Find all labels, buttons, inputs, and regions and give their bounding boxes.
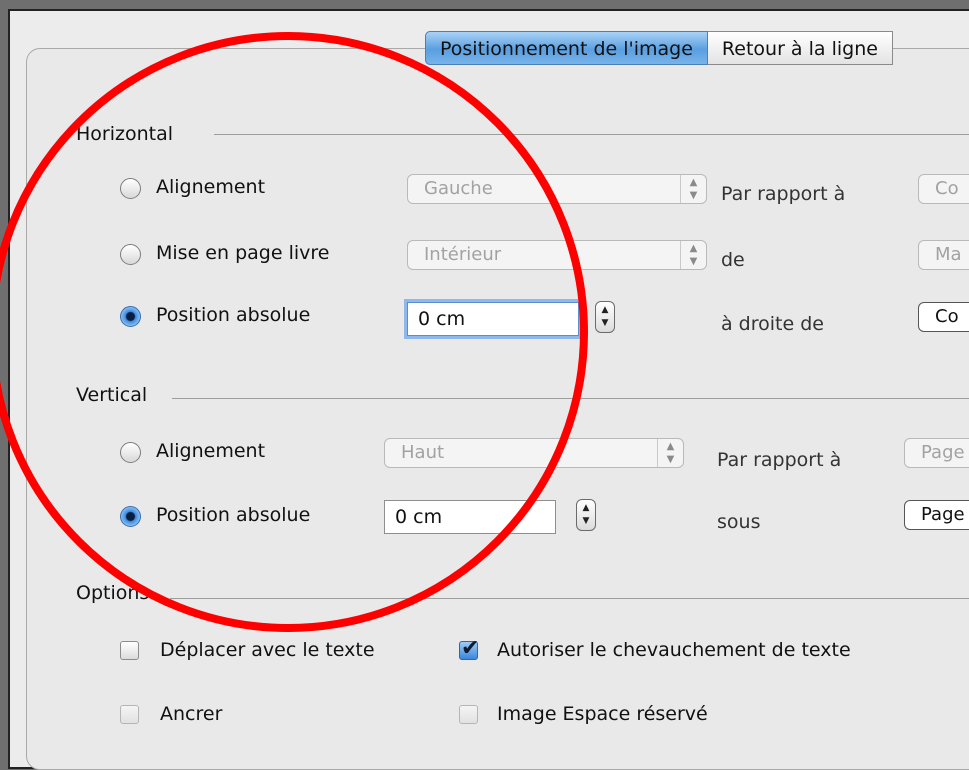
tab-panel bbox=[26, 48, 969, 770]
chevron-updown-icon: ▲ ▼ bbox=[680, 175, 706, 203]
select-value: Haut bbox=[401, 442, 445, 463]
select-mise-en-page-livre[interactable]: Intérieur ▲ ▼ bbox=[407, 240, 707, 270]
section-divider bbox=[170, 598, 969, 599]
select-value: Page bbox=[921, 442, 965, 463]
label-ancrer: Ancrer bbox=[160, 703, 223, 725]
select-vertical-reference[interactable]: Page bbox=[904, 438, 969, 468]
tab-strip: Positionnement de l'image Retour à la li… bbox=[425, 31, 893, 65]
label-a-droite-de: à droite de bbox=[721, 313, 824, 335]
label-sous: sous bbox=[717, 511, 761, 533]
section-divider bbox=[214, 134, 969, 135]
label-horizontal-position-absolue: Position absolue bbox=[156, 304, 311, 326]
label-de: de bbox=[721, 249, 745, 271]
select-value: Intérieur bbox=[424, 244, 502, 265]
radio-vertical-alignement[interactable] bbox=[120, 442, 141, 463]
tab-positionnement[interactable]: Positionnement de l'image bbox=[425, 31, 708, 65]
radio-horizontal-alignement[interactable] bbox=[120, 178, 141, 199]
select-value: Ma bbox=[935, 244, 962, 265]
select-value: Gauche bbox=[424, 178, 493, 199]
tab-retour-a-la-ligne[interactable]: Retour à la ligne bbox=[707, 31, 893, 65]
radio-vertical-position-absolue[interactable] bbox=[120, 506, 141, 527]
select-mise-en-page-reference[interactable]: Ma bbox=[918, 240, 969, 270]
checkbox-autoriser-chevauchement[interactable] bbox=[459, 636, 479, 661]
select-horizontal-reference[interactable]: Co bbox=[918, 174, 969, 204]
checkbox-ancrer[interactable] bbox=[120, 705, 139, 724]
vertical-position-input[interactable] bbox=[384, 500, 556, 534]
label-par-rapport-a: Par rapport à bbox=[717, 449, 842, 471]
select-horizontal-absolue-reference[interactable]: Co bbox=[918, 302, 969, 332]
section-vertical-heading: Vertical bbox=[76, 384, 148, 406]
checkbox-deplacer-avec-texte[interactable] bbox=[120, 641, 139, 660]
section-divider bbox=[172, 398, 969, 399]
label-par-rapport-a: Par rapport à bbox=[721, 183, 846, 205]
section-horizontal-heading: Horizontal bbox=[76, 123, 174, 145]
label-image-espace-reserve: Image Espace réservé bbox=[497, 703, 708, 725]
label-vertical-alignement: Alignement bbox=[156, 440, 266, 462]
select-vertical-alignement[interactable]: Haut ▲ ▼ bbox=[384, 438, 684, 468]
select-vertical-absolue-reference[interactable]: Page bbox=[904, 500, 969, 530]
vertical-position-stepper[interactable]: ▲ ▼ bbox=[576, 499, 596, 531]
label-horizontal-alignement: Alignement bbox=[156, 176, 266, 198]
radio-horizontal-position-absolue[interactable] bbox=[120, 306, 141, 327]
horizontal-position-input[interactable] bbox=[407, 302, 579, 336]
label-vertical-position-absolue: Position absolue bbox=[156, 504, 311, 526]
chevron-updown-icon: ▲ ▼ bbox=[680, 241, 706, 269]
checkbox-image-espace-reserve[interactable] bbox=[459, 705, 478, 724]
chevron-updown-icon: ▲ ▼ bbox=[657, 439, 683, 467]
label-autoriser-chevauchement: Autoriser le chevauchement de texte bbox=[497, 639, 851, 661]
label-mise-en-page-livre: Mise en page livre bbox=[156, 242, 330, 264]
radio-mise-en-page-livre[interactable] bbox=[120, 244, 141, 265]
section-options-heading: Options bbox=[76, 582, 150, 604]
select-value: Co bbox=[935, 178, 959, 199]
horizontal-position-stepper[interactable]: ▲ ▼ bbox=[595, 301, 615, 333]
select-horizontal-alignement[interactable]: Gauche ▲ ▼ bbox=[407, 174, 707, 204]
select-value: Page bbox=[921, 504, 965, 525]
select-value: Co bbox=[935, 306, 959, 327]
label-deplacer-avec-texte: Déplacer avec le texte bbox=[160, 639, 375, 661]
